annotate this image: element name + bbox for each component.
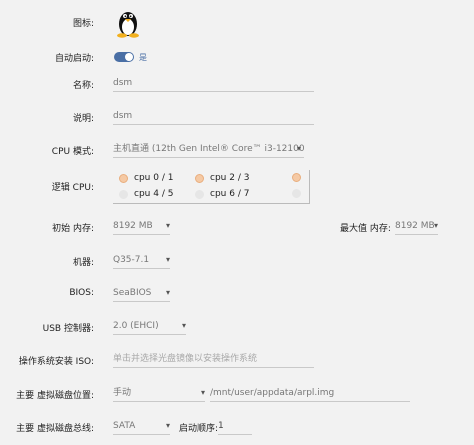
chevron-down-icon: ▾ (165, 255, 170, 264)
cpu-label: cpu 0 / 1 (134, 173, 174, 183)
toggle-knob (125, 53, 133, 61)
name-label: 名称: (72, 81, 94, 91)
checkbox-dot-icon (292, 173, 301, 182)
max-memory-value: 8192 MB (395, 221, 435, 231)
max-memory-select[interactable]: 8192 MB ▾ (395, 219, 438, 235)
chevron-down-icon: ▾ (165, 221, 170, 230)
chevron-down-icon: ▾ (165, 288, 170, 297)
bios-label: BIOS: (69, 288, 94, 298)
checkbox-dot-icon (119, 189, 128, 199)
checkbox-dot-icon (195, 173, 204, 183)
vdisk-bus-label: 主要 虚拟磁盘总线: (16, 424, 94, 434)
machine-select[interactable]: Q35-7.1 ▾ (113, 253, 170, 269)
name-input[interactable]: dsm (113, 76, 314, 92)
chevron-down-icon: ▾ (181, 321, 186, 330)
max-memory-label: 最大值 内存: (340, 224, 391, 234)
usb-controller-label: USB 控制器: (42, 324, 94, 334)
initial-memory-label: 初始 内存: (52, 224, 94, 234)
cpu-label: cpu 2 / 3 (210, 173, 250, 183)
autostart-label: 自动启动: (54, 54, 94, 64)
autostart-toggle[interactable] (114, 52, 134, 62)
usb-controller-select[interactable]: 2.0 (EHCI) ▾ (113, 319, 186, 335)
logical-cpu-label: 逻辑 CPU: (51, 183, 94, 193)
os-iso-label: 操作系统安装 ISO: (18, 357, 94, 367)
description-label: 说明: (72, 114, 94, 124)
icon-label: 图标: (72, 19, 94, 29)
vdisk-location-mode-value: 手动 (113, 388, 132, 398)
bios-value: SeaBIOS (113, 288, 152, 298)
boot-order-input[interactable]: 1 (218, 419, 252, 435)
autostart-value: 是 (139, 53, 147, 62)
cpu-label: cpu 6 / 7 (210, 189, 250, 199)
os-iso-input[interactable]: 单击并选择光盘镜像以安装操作系统 (113, 352, 314, 368)
cpu-extra2-checkbox[interactable] (292, 189, 301, 198)
checkbox-dot-icon (195, 189, 204, 199)
cpu-mode-label: CPU 模式: (51, 147, 94, 157)
cpu-6-7-checkbox[interactable]: cpu 6 / 7 (195, 189, 249, 199)
cpu-2-3-checkbox[interactable]: cpu 2 / 3 (195, 173, 249, 183)
bios-select[interactable]: SeaBIOS ▾ (113, 286, 170, 302)
vdisk-bus-select[interactable]: SATA ▾ (113, 419, 170, 435)
checkbox-dot-icon (119, 173, 128, 183)
boot-order-label: 启动顺序: (179, 424, 219, 434)
vdisk-location-mode-select[interactable]: 手动 ▾ (113, 386, 205, 402)
machine-value: Q35-7.1 (113, 255, 150, 265)
vdisk-bus-value: SATA (113, 421, 136, 431)
cpu-4-5-checkbox[interactable]: cpu 4 / 5 (119, 189, 173, 199)
cpu-extra-checkbox[interactable] (292, 173, 301, 182)
vdisk-location-label: 主要 虚拟磁盘位置: (16, 391, 94, 401)
initial-memory-select[interactable]: 8192 MB ▾ (113, 219, 170, 235)
cpu-mode-select[interactable]: 主机直通 (12th Gen Intel® Core™ i3-12100@) (113, 142, 304, 158)
cpu-mode-value: 主机直通 (12th Gen Intel® Core™ i3-12100@) (113, 144, 304, 154)
chevron-down-icon: ▾ (433, 221, 438, 230)
description-input[interactable]: dsm (113, 109, 314, 125)
checkbox-dot-icon (292, 189, 301, 198)
cpu-label: cpu 4 / 5 (134, 189, 174, 199)
cpu-0-1-checkbox[interactable]: cpu 0 / 1 (119, 173, 173, 183)
machine-label: 机器: (72, 258, 94, 268)
chevron-down-icon: ▾ (297, 144, 302, 153)
usb-controller-value: 2.0 (EHCI) (113, 321, 159, 331)
vdisk-path-input[interactable]: /mnt/user/appdata/arpl.img (210, 386, 410, 402)
initial-memory-value: 8192 MB (113, 221, 153, 231)
linux-penguin-icon[interactable] (114, 8, 142, 41)
chevron-down-icon: ▾ (200, 388, 205, 397)
chevron-down-icon: ▾ (165, 421, 170, 430)
